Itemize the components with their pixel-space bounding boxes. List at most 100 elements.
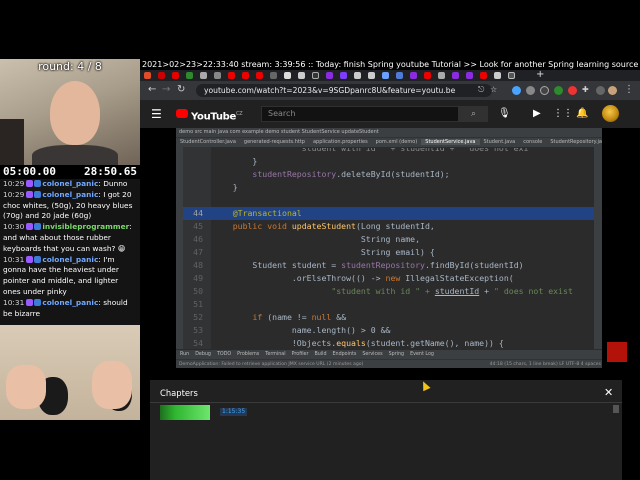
extension-icon[interactable]: [540, 86, 549, 95]
extensions-puzzle-icon[interactable]: ✚: [582, 83, 589, 97]
tab-favicon[interactable]: [242, 72, 249, 79]
ide-tab[interactable]: pom.xml (demo): [372, 139, 422, 145]
tab-favicon[interactable]: [508, 72, 515, 79]
ide-status-right: 44:18 (15 chars, 1 line break) LF UTF-8 …: [489, 362, 601, 367]
new-tab-plus-icon[interactable]: +: [536, 70, 544, 81]
tab-favicon[interactable]: [298, 72, 305, 79]
tab-favicon[interactable]: [186, 72, 193, 79]
code-token: @Transactional: [213, 208, 302, 218]
extension-icon[interactable]: [512, 86, 521, 95]
extension-icon[interactable]: [596, 86, 605, 95]
tab-favicon[interactable]: [256, 72, 263, 79]
search-input[interactable]: Search: [261, 106, 459, 122]
code-token: studentRepository: [341, 260, 425, 270]
code-token: if: [252, 312, 268, 322]
ide-status-bar: DemoApplication: Failed to retrieve appl…: [176, 359, 602, 368]
tab-favicon[interactable]: [438, 72, 445, 79]
tab-favicon[interactable]: [214, 72, 221, 79]
extension-icon[interactable]: [568, 86, 577, 95]
code-line: 52 if (name != null &&: [183, 311, 594, 324]
ide-screenshare: demo src main java com example demo stud…: [176, 128, 602, 368]
tab-favicon[interactable]: [158, 72, 165, 79]
tab-favicon[interactable]: [270, 72, 277, 79]
hamburger-menu-icon[interactable]: ☰: [151, 106, 162, 122]
microphone-icon[interactable]: 🎙: [498, 107, 511, 121]
share-icon[interactable]: ⎋: [478, 83, 484, 97]
chapter-thumbnail[interactable]: [160, 405, 210, 420]
chat-time: 10:29: [3, 189, 25, 199]
prime-badge-icon: [34, 190, 42, 198]
chat-time: 10:31: [3, 297, 25, 307]
ide-tool-window-button[interactable]: Services: [362, 352, 382, 357]
ide-tool-window-button[interactable]: TODO: [217, 352, 231, 357]
code-line: 44 @Transactional: [183, 207, 594, 220]
ide-tab[interactable]: StudentService.java: [421, 139, 480, 145]
code-token: (name !=: [267, 312, 312, 322]
tab-favicon[interactable]: [382, 72, 389, 79]
tab-favicon[interactable]: [424, 72, 431, 79]
ide-tool-window-button[interactable]: Event Log: [410, 352, 434, 357]
tab-favicon[interactable]: [284, 72, 291, 79]
ide-tab[interactable]: Student.java: [480, 139, 520, 145]
tab-favicon[interactable]: [354, 72, 361, 79]
back-arrow-icon[interactable]: ←: [148, 83, 156, 97]
lamp: [0, 119, 24, 166]
ide-tool-window-button[interactable]: Spring: [389, 352, 404, 357]
tab-favicon[interactable]: [200, 72, 207, 79]
kebab-menu-icon[interactable]: ⋮: [624, 83, 634, 97]
tab-favicon[interactable]: [466, 72, 473, 79]
browser-tab-strip[interactable]: +: [140, 70, 640, 81]
code-text: Student student = studentRepository.find…: [213, 259, 523, 272]
extension-icon[interactable]: [526, 86, 535, 95]
tab-favicon[interactable]: [480, 72, 487, 79]
create-video-icon[interactable]: ▶: [533, 107, 541, 121]
youtube-logo-icon[interactable]: [176, 109, 188, 118]
ide-tool-window-button[interactable]: Profiler: [292, 352, 309, 357]
tab-favicon[interactable]: [368, 72, 375, 79]
ide-tool-window-button[interactable]: Endpoints: [333, 352, 357, 357]
ide-tool-window-button[interactable]: Problems: [237, 352, 259, 357]
youtube-logo-country: CZ: [236, 111, 243, 117]
notifications-bell-icon[interactable]: 🔔: [576, 107, 588, 121]
channel-watermark: [607, 342, 627, 362]
apps-grid-icon[interactable]: ⋮⋮: [553, 107, 573, 121]
search-button[interactable]: ⌕: [459, 106, 488, 122]
ide-tool-window-button[interactable]: Run: [180, 352, 189, 357]
ide-tab[interactable]: StudentController.java: [176, 139, 240, 145]
ide-tool-window-button[interactable]: Debug: [195, 352, 211, 357]
tab-favicon[interactable]: [228, 72, 235, 79]
scrollbar[interactable]: [613, 405, 619, 413]
code-line: 45 public void updateStudent(Long studen…: [183, 220, 594, 233]
tab-favicon[interactable]: [452, 72, 459, 79]
tab-favicon[interactable]: [326, 72, 333, 79]
ide-tool-window-button[interactable]: Terminal: [265, 352, 285, 357]
tab-favicon[interactable]: [494, 72, 501, 79]
chat-time: 10:29: [3, 179, 25, 188]
ide-tab[interactable]: generated-requests.http: [240, 139, 309, 145]
chapter-timestamp[interactable]: 1:15:35: [220, 408, 248, 416]
tab-favicon[interactable]: [410, 72, 417, 79]
ide-tool-window-button[interactable]: Build: [314, 352, 326, 357]
sub-badge-icon: [26, 298, 34, 306]
address-bar[interactable]: youtube.com/watch?t=2023&v=9SGDpanrc8U&f…: [196, 84, 492, 97]
reload-icon[interactable]: ↻: [177, 83, 185, 97]
forward-arrow-icon[interactable]: →: [162, 83, 170, 97]
code-text: studentRepository.deleteById(studentId);: [213, 168, 449, 181]
close-icon[interactable]: ✕: [604, 386, 613, 399]
tab-favicon[interactable]: [172, 72, 179, 79]
ide-tab[interactable]: StudentRepository.java: [546, 139, 602, 145]
tab-favicon[interactable]: [396, 72, 403, 79]
code-token: +: [479, 286, 494, 296]
tab-favicon[interactable]: [312, 72, 319, 79]
video-player[interactable]: demo src main java com example demo stud…: [140, 128, 640, 380]
account-avatar[interactable]: [602, 105, 619, 122]
tab-favicon[interactable]: [144, 72, 151, 79]
tab-favicon[interactable]: [340, 72, 347, 79]
prime-badge-icon: [34, 180, 42, 187]
ide-tab[interactable]: application.properties: [309, 139, 372, 145]
extension-icon[interactable]: [554, 86, 563, 95]
ide-tab[interactable]: console: [519, 139, 546, 145]
bookmark-star-icon[interactable]: ☆: [490, 83, 497, 97]
profile-avatar[interactable]: [608, 86, 617, 95]
youtube-logo[interactable]: YouTubeCZ: [191, 107, 243, 124]
